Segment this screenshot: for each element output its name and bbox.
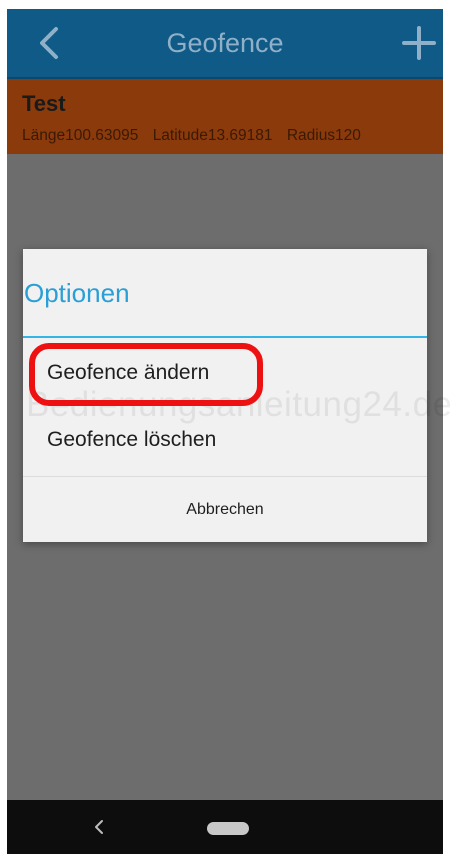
button-divider: [23, 476, 427, 477]
plus-icon: [402, 26, 436, 60]
nav-back-button[interactable]: [87, 814, 111, 840]
geofence-longitude: Länge100.63095: [22, 127, 139, 144]
delete-geofence-label: Geofence löschen: [47, 428, 217, 451]
geofence-details: Länge100.63095 Latitude13.69181 Radius12…: [22, 127, 371, 145]
geofence-name: Test: [22, 91, 66, 116]
app-bar: Geofence: [7, 9, 443, 79]
highlight-annotation: [29, 343, 263, 406]
system-nav-bar: [7, 800, 443, 854]
add-geofence-button[interactable]: [397, 19, 441, 67]
delete-geofence-option[interactable]: Geofence löschen: [23, 412, 427, 472]
page-title: Geofence: [166, 27, 284, 58]
back-icon: [95, 820, 103, 834]
cancel-button[interactable]: Abbrechen: [23, 480, 427, 540]
dialog-title: Optionen: [24, 278, 130, 308]
geofence-latitude: Latitude13.69181: [152, 127, 273, 144]
geofence-list-item[interactable]: Test Länge100.63095 Latitude13.69181 Rad…: [7, 79, 443, 154]
geofence-radius: Radius120: [286, 127, 361, 144]
dialog-title-divider: [23, 336, 427, 338]
home-pill-icon[interactable]: [207, 822, 249, 835]
